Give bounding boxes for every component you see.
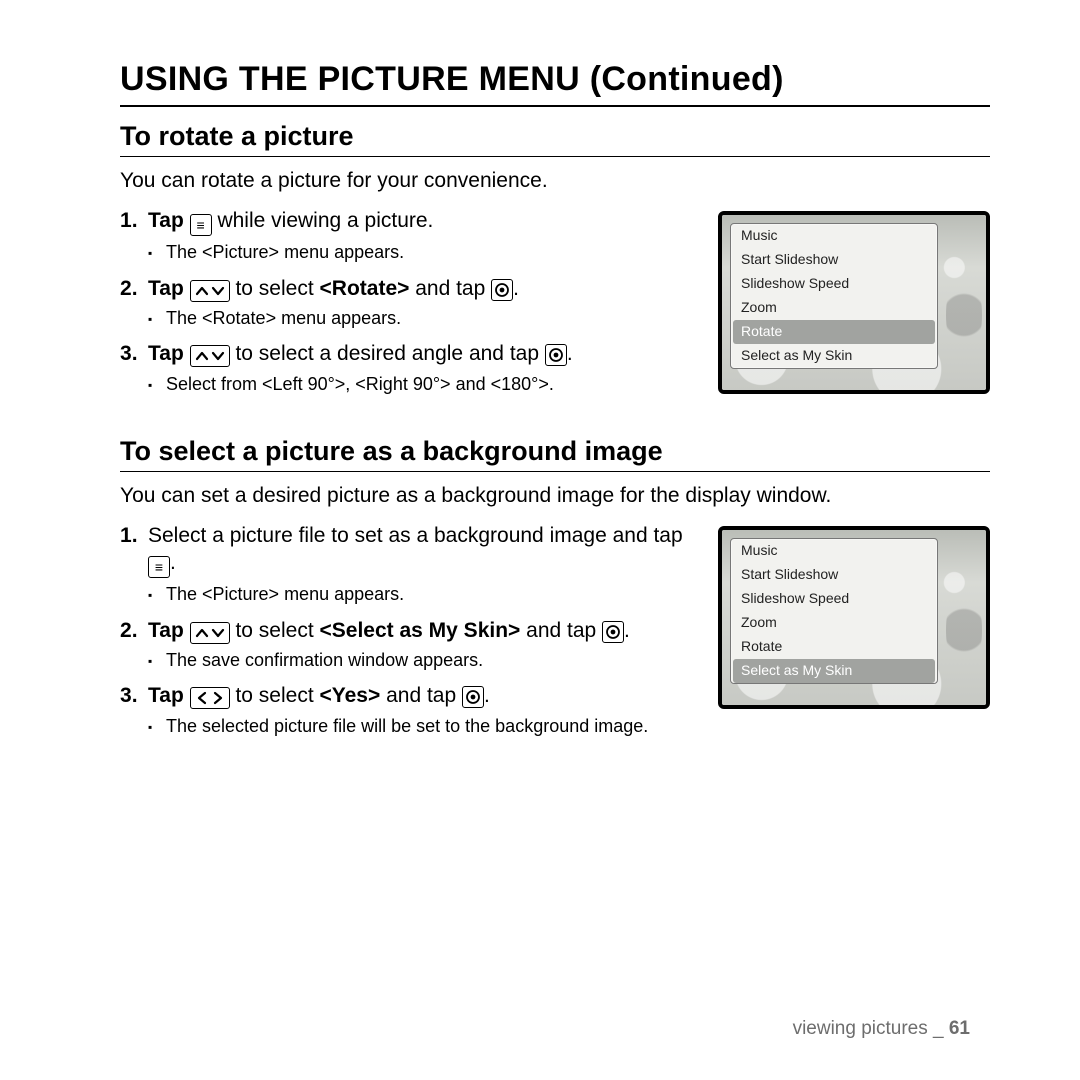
s1-step-3: Tap to select a desired angle and tap . … <box>120 340 698 396</box>
section-rotate-title: To rotate a picture <box>120 121 990 157</box>
s2-step-3-sub: The selected picture file will be set to… <box>148 714 698 738</box>
menu-item: Slideshow Speed <box>731 272 937 296</box>
s2-step-3: Tap to select <Yes> and tap . The select… <box>120 682 698 738</box>
menu-item: Start Slideshow <box>731 248 937 272</box>
section-bg-intro: You can set a desired picture as a backg… <box>120 482 990 510</box>
section-rotate-intro: You can rotate a picture for your conven… <box>120 167 990 195</box>
menu-item: Rotate <box>731 635 937 659</box>
page-footer: viewing pictures _ 61 <box>793 1018 970 1040</box>
device-screenshot-rotate: Music Start Slideshow Slideshow Speed Zo… <box>718 211 990 394</box>
menu-item: Music <box>731 539 937 563</box>
picture-menu-popup: Music Start Slideshow Slideshow Speed Zo… <box>730 538 938 683</box>
menu-item: Zoom <box>731 296 937 320</box>
menu-icon <box>148 556 170 578</box>
up-down-icon <box>190 345 230 367</box>
left-right-icon <box>190 687 230 709</box>
s2-step-1: Select a picture file to set as a backgr… <box>120 522 698 607</box>
select-icon <box>602 621 624 643</box>
device-screenshot-skin: Music Start Slideshow Slideshow Speed Zo… <box>718 526 990 709</box>
section-bg-title: To select a picture as a background imag… <box>120 436 990 472</box>
menu-item-selected: Rotate <box>733 320 935 344</box>
menu-item: Select as My Skin <box>731 344 937 368</box>
up-down-icon <box>190 280 230 302</box>
select-icon <box>545 344 567 366</box>
s2-step-1-sub: The <Picture> menu appears. <box>148 582 698 606</box>
menu-icon <box>190 214 212 236</box>
s1-step-1: Tap while viewing a picture. The <Pictur… <box>120 207 698 264</box>
s2-step-2: Tap to select <Select as My Skin> and ta… <box>120 617 698 673</box>
select-icon <box>491 279 513 301</box>
page-title: USING THE PICTURE MENU (Continued) <box>120 60 990 107</box>
s1-step-2-sub: The <Rotate> menu appears. <box>148 306 698 330</box>
up-down-icon <box>190 622 230 644</box>
menu-item: Slideshow Speed <box>731 587 937 611</box>
s2-step-2-sub: The save confirmation window appears. <box>148 648 698 672</box>
menu-item: Start Slideshow <box>731 563 937 587</box>
picture-menu-popup: Music Start Slideshow Slideshow Speed Zo… <box>730 223 938 368</box>
select-icon <box>462 686 484 708</box>
s1-step-2: Tap to select <Rotate> and tap . The <Ro… <box>120 275 698 331</box>
s1-step-3-sub: Select from <Left 90°>, <Right 90°> and … <box>148 372 698 396</box>
menu-item-selected: Select as My Skin <box>733 659 935 683</box>
menu-item: Music <box>731 224 937 248</box>
menu-item: Zoom <box>731 611 937 635</box>
s1-step-1-sub: The <Picture> menu appears. <box>148 240 698 264</box>
